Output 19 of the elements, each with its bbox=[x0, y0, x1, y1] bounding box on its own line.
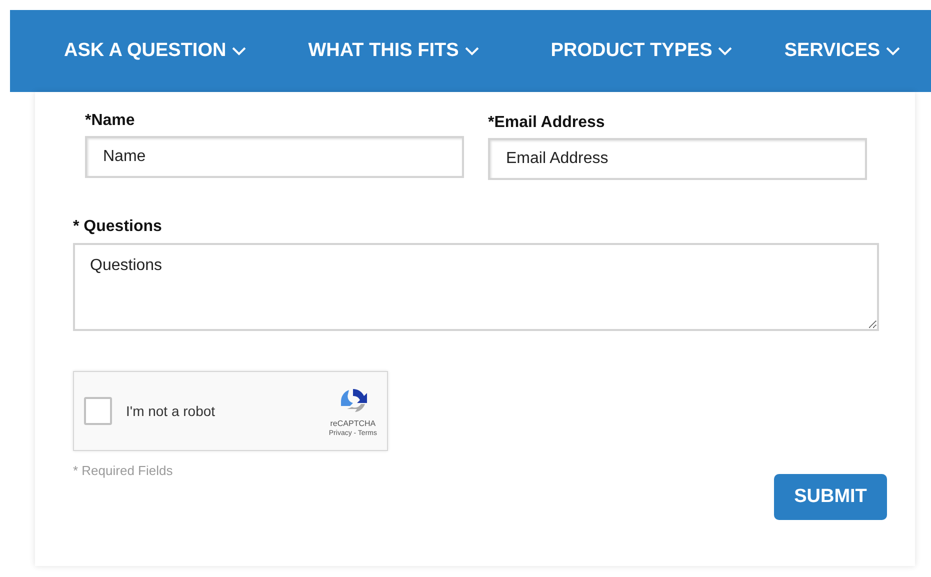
submit-button[interactable]: SUBMIT bbox=[774, 474, 887, 520]
field-label: *Email Address bbox=[488, 114, 606, 132]
chevron-down-icon bbox=[718, 46, 732, 56]
nav-menu-item[interactable]: WHAT THIS FITS bbox=[308, 40, 479, 62]
field-label: * Questions bbox=[73, 218, 163, 236]
questions-field[interactable]: Questions bbox=[73, 243, 879, 331]
name-field[interactable]: Name bbox=[85, 136, 464, 178]
captcha-brand: reCAPTCHA bbox=[330, 419, 376, 428]
nav-menu-item[interactable]: PRODUCT TYPES bbox=[550, 40, 732, 62]
email-field[interactable]: Email Address bbox=[488, 138, 867, 180]
chevron-down-icon bbox=[232, 46, 246, 56]
nav-menu-item[interactable]: SERVICES bbox=[784, 40, 900, 62]
nav-menu-item[interactable]: ASK A QUESTION bbox=[64, 40, 246, 62]
captcha-label: I'm not a robot bbox=[126, 403, 216, 419]
required-note: * Required Fields bbox=[73, 463, 174, 478]
chevron-down-icon bbox=[886, 46, 900, 56]
field-label: *Name bbox=[85, 112, 136, 130]
chevron-down-icon bbox=[464, 46, 479, 56]
captcha-checkbox[interactable] bbox=[84, 397, 112, 425]
